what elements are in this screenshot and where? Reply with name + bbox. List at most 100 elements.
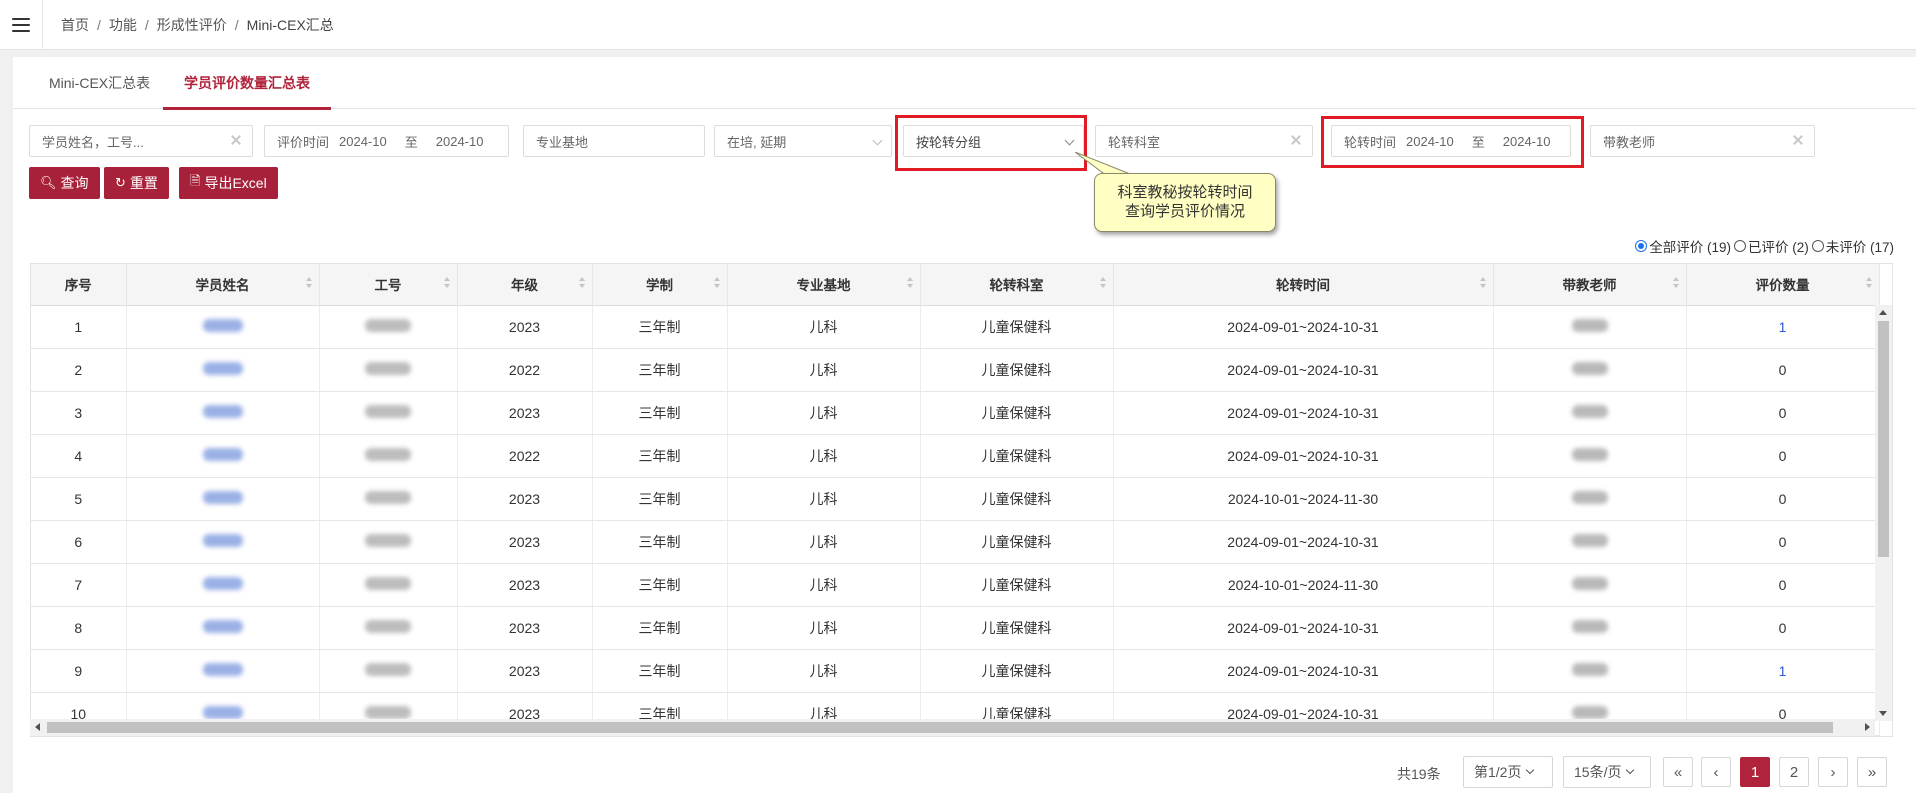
breadcrumb-home[interactable]: 首页 [61, 15, 89, 35]
table-row[interactable]: 6 2023 三年制 儿科 儿童保健科 2024-09-01~2024-10-31 0 [31, 520, 1880, 564]
student-search-input[interactable]: 学员姓名，工号... [29, 125, 253, 157]
sort-icon[interactable] [578, 277, 586, 291]
eval-time-to[interactable]: 2024-10 [436, 134, 484, 149]
cell-dept: 儿童保健科 [920, 606, 1114, 650]
redacted-text [365, 662, 411, 676]
table-row[interactable]: 8 2023 三年制 儿科 儿童保健科 2024-09-01~2024-10-31 0 [31, 606, 1880, 650]
scroll-down-icon[interactable] [1879, 711, 1887, 716]
rotation-time-range[interactable]: 轮转时间 2024-10 至 2024-10 [1331, 125, 1571, 157]
cell-base: 儿科 [727, 520, 921, 564]
query-button[interactable]: 🔍︎ 查询 [29, 167, 100, 199]
sort-icon[interactable] [1479, 277, 1487, 291]
cell-base: 儿科 [727, 305, 921, 349]
clear-icon[interactable] [1290, 134, 1302, 146]
cell-student-name[interactable] [126, 391, 320, 435]
redacted-text [1571, 490, 1608, 504]
sort-icon[interactable] [1865, 277, 1873, 291]
menu-toggle-icon[interactable] [0, 0, 42, 50]
sort-icon[interactable] [443, 277, 451, 291]
table-row[interactable]: 9 2023 三年制 儿科 儿童保健科 2024-09-01~2024-10-31 1 [31, 649, 1880, 693]
radio-not-evaluated[interactable]: 未评价 (17) [1811, 236, 1894, 256]
group-select[interactable]: 按轮转分组 [903, 125, 1084, 157]
header-student-name[interactable]: 学员姓名 [126, 264, 320, 306]
sort-icon[interactable] [305, 277, 313, 291]
rotation-time-from[interactable]: 2024-10 [1406, 134, 1454, 149]
cell-teacher [1493, 649, 1687, 693]
professional-base-select[interactable]: 专业基地 [523, 125, 705, 157]
scroll-right-icon[interactable] [1865, 723, 1870, 731]
horizontal-scrollbar[interactable] [30, 719, 1875, 736]
rotation-time-to[interactable]: 2024-10 [1503, 134, 1551, 149]
header-dept[interactable]: 轮转科室 [920, 264, 1114, 306]
table-row[interactable]: 5 2023 三年制 儿科 儿童保健科 2024-10-01~2024-11-30 0 [31, 477, 1880, 521]
radio-all-eval[interactable]: 全部评价 (19) [1635, 236, 1731, 256]
cell-student-name[interactable] [126, 348, 320, 392]
clear-icon[interactable] [230, 134, 242, 146]
next-page-button[interactable]: › [1818, 757, 1848, 787]
cell-student-name[interactable] [126, 305, 320, 349]
cell-dept: 儿童保健科 [920, 520, 1114, 564]
header-no[interactable]: 序号 [31, 264, 127, 306]
sort-icon[interactable] [906, 277, 914, 291]
table-row[interactable]: 4 2022 三年制 儿科 儿童保健科 2024-09-01~2024-10-31 0 [31, 434, 1880, 478]
header-teacher[interactable]: 带教老师 [1493, 264, 1687, 306]
table-row[interactable]: 7 2023 三年制 儿科 儿童保健科 2024-10-01~2024-11-30 0 [31, 563, 1880, 607]
status-select[interactable]: 在培, 延期 [714, 125, 892, 157]
page-1-button[interactable]: 1 [1740, 757, 1770, 787]
cell-eval-count: 0 [1686, 520, 1880, 564]
cell-eval-count[interactable]: 1 [1686, 649, 1880, 693]
header-eval-count[interactable]: 评价数量 [1686, 264, 1880, 306]
header-grade[interactable]: 年级 [457, 264, 593, 306]
table-row[interactable]: 3 2023 三年制 儿科 儿童保健科 2024-09-01~2024-10-31 0 [31, 391, 1880, 435]
cell-teacher [1493, 477, 1687, 521]
prev-page-button[interactable]: ‹ [1701, 757, 1731, 787]
scroll-thumb[interactable] [1878, 321, 1889, 557]
first-page-button[interactable]: « [1663, 757, 1693, 787]
cell-eval-count[interactable]: 1 [1686, 305, 1880, 349]
redacted-text [1571, 447, 1608, 461]
scroll-left-icon[interactable] [35, 723, 40, 731]
sort-icon[interactable] [1099, 277, 1107, 291]
cell-base: 儿科 [727, 477, 921, 521]
cell-student-name[interactable] [126, 649, 320, 693]
page-size-select[interactable]: 15条/页 [1563, 756, 1651, 788]
clear-icon[interactable] [1792, 134, 1804, 146]
scroll-up-icon[interactable] [1879, 310, 1887, 315]
cell-student-name[interactable] [126, 563, 320, 607]
tab-mini-cex-summary[interactable]: Mini-CEX汇总表 [28, 57, 171, 109]
chevron-down-icon [872, 135, 883, 146]
redacted-text [202, 490, 243, 504]
eval-time-from[interactable]: 2024-10 [339, 134, 387, 149]
header-staff-id[interactable]: 工号 [319, 264, 458, 306]
table-row[interactable]: 2 2022 三年制 儿科 儿童保健科 2024-09-01~2024-10-31 0 [31, 348, 1880, 392]
top-bar: 首页 / 功能 / 形成性评价 / Mini-CEX汇总 [0, 0, 1916, 50]
vertical-scrollbar[interactable] [1875, 305, 1892, 721]
page-2-button[interactable]: 2 [1779, 757, 1809, 787]
header-base[interactable]: 专业基地 [727, 264, 921, 306]
breadcrumb-formative-eval[interactable]: 形成性评价 [157, 15, 227, 35]
page-select[interactable]: 第1/2页 [1463, 756, 1553, 788]
breadcrumb-function[interactable]: 功能 [109, 15, 137, 35]
scroll-thumb[interactable] [47, 722, 1833, 733]
cell-grade: 2023 [457, 391, 593, 435]
cell-student-name[interactable] [126, 606, 320, 650]
sort-icon[interactable] [1672, 277, 1680, 291]
cell-student-name[interactable] [126, 434, 320, 478]
sort-icon[interactable] [713, 277, 721, 291]
table-row[interactable]: 1 2023 三年制 儿科 儿童保健科 2024-09-01~2024-10-31 1 [31, 305, 1880, 349]
radio-evaluated[interactable]: 已评价 (2) [1733, 236, 1809, 256]
reset-button[interactable]: ↻ 重置 [104, 167, 169, 199]
cell-rotation-time: 2024-10-01~2024-11-30 [1113, 563, 1494, 607]
eval-time-range[interactable]: 评价时间 2024-10 至 2024-10 [264, 125, 509, 157]
header-rotation-time[interactable]: 轮转时间 [1113, 264, 1494, 306]
cell-teacher [1493, 391, 1687, 435]
tab-student-eval-count[interactable]: 学员评价数量汇总表 [163, 57, 331, 110]
last-page-button[interactable]: » [1857, 757, 1887, 787]
cell-student-name[interactable] [126, 520, 320, 564]
export-excel-button[interactable]: 🗎︎ 导出Excel [179, 167, 278, 199]
cell-system: 三年制 [592, 477, 728, 521]
header-system[interactable]: 学制 [592, 264, 728, 306]
cell-student-name[interactable] [126, 477, 320, 521]
teacher-select[interactable]: 带教老师 [1590, 125, 1815, 157]
redacted-text [1571, 576, 1608, 590]
